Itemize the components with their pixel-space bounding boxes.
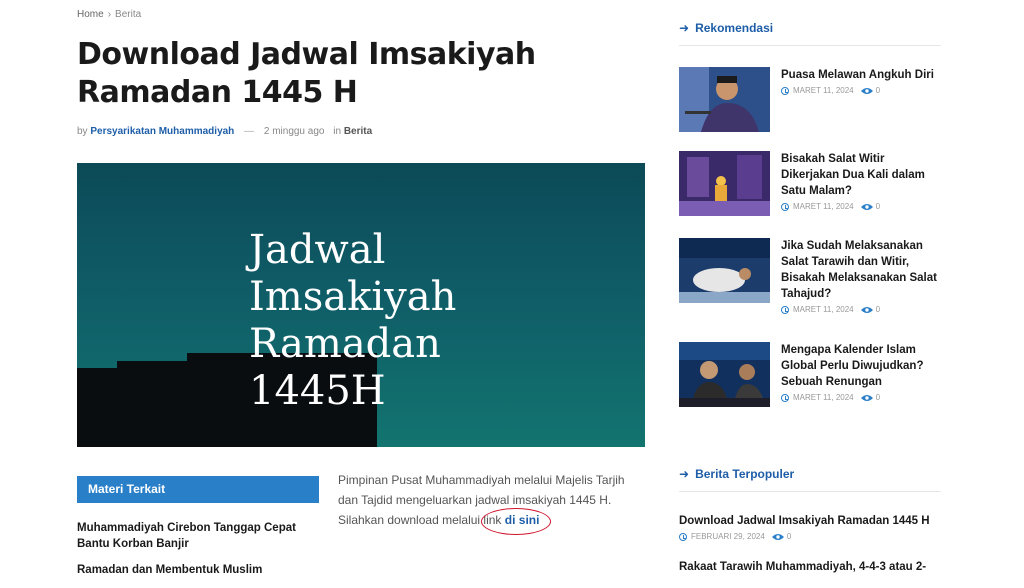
clock-icon: [781, 306, 789, 314]
article-link[interactable]: Puasa Melawan Angkuh Diri: [781, 67, 944, 83]
post-meta: MARET 11, 2024 0: [781, 393, 944, 402]
meta-time: 2 minggu ago: [263, 126, 325, 137]
post-date: MARET 11, 2024: [793, 305, 854, 314]
article-link[interactable]: Rakaat Tarawih Muhammadiyah, 4-4-3 atau …: [679, 559, 941, 575]
clock-icon: [679, 533, 687, 541]
thumbnail[interactable]: [679, 151, 770, 216]
recommend-item-2[interactable]: Bisakah Salat Witir Dikerjakan Dua Kali …: [679, 151, 944, 217]
recommend-body: Bisakah Salat Witir Dikerjakan Dua Kali …: [781, 151, 944, 211]
hero-text-line-3: Ramadan: [249, 321, 441, 367]
breadcrumb-current-link[interactable]: Berita: [115, 9, 141, 20]
hero-image: Jadwal Imsakiyah Ramadan 1445H: [77, 163, 645, 447]
recommend-body: Mengapa Kalender Islam Global Perlu Diwu…: [781, 342, 944, 402]
view-count: 0: [786, 532, 792, 541]
author-link[interactable]: Persyarikatan Muhammadiyah: [90, 126, 234, 137]
hero-text-line-2: Imsakiyah: [249, 274, 457, 320]
hero-text-line-4: 1445H: [249, 368, 386, 414]
thumbnail[interactable]: [679, 67, 770, 132]
eye-icon: [860, 88, 873, 94]
recommend-body: Puasa Melawan Angkuh Diri MARET 11, 2024…: [781, 67, 944, 95]
article-link[interactable]: Download Jadwal Imsakiyah Ramadan 1445 H: [679, 513, 941, 529]
article-link[interactable]: Mengapa Kalender Islam Global Perlu Diwu…: [781, 342, 944, 390]
post-meta: MARET 11, 2024 0: [781, 86, 944, 95]
meta-dash: —: [244, 126, 255, 137]
hero-text: Jadwal Imsakiyah Ramadan 1445H: [249, 227, 456, 415]
category-link[interactable]: Berita: [344, 126, 372, 137]
arrow-right-icon: ➜: [679, 467, 690, 481]
article-link[interactable]: Jika Sudah Melaksanakan Salat Tarawih da…: [781, 238, 944, 302]
view-count: 0: [875, 305, 881, 314]
download-link[interactable]: di sini: [505, 513, 540, 527]
article-body: Pimpinan Pusat Muhammadiyah melalui Maje…: [338, 470, 643, 530]
related-section-header: Materi Terkait: [77, 476, 319, 503]
article-title: Download Jadwal Imsakiyah Ramadan 1445 H: [77, 37, 536, 110]
clock-icon: [781, 394, 789, 402]
hero-text-line-1: Jadwal: [249, 227, 386, 273]
related-item-1[interactable]: Muhammadiyah Cirebon Tanggap Cepat Bantu…: [77, 520, 319, 552]
post-meta: MARET 11, 2024 0: [781, 202, 944, 211]
meta-in: in: [333, 126, 342, 137]
arrow-right-icon: ➜: [679, 21, 690, 35]
post-date: MARET 11, 2024: [793, 86, 854, 95]
eye-icon: [771, 534, 784, 540]
post-date: MARET 11, 2024: [793, 393, 854, 402]
post-meta: MARET 11, 2024 0: [781, 305, 944, 314]
recommend-item-1[interactable]: Puasa Melawan Angkuh Diri MARET 11, 2024…: [679, 67, 944, 133]
eye-icon: [860, 204, 873, 210]
recommend-body: Jika Sudah Melaksanakan Salat Tarawih da…: [781, 238, 944, 314]
popular-title: Berita Terpopuler: [695, 467, 795, 481]
view-count: 0: [875, 86, 881, 95]
popular-item-2[interactable]: Rakaat Tarawih Muhammadiyah, 4-4-3 atau …: [679, 559, 941, 575]
popular-item-1[interactable]: Download Jadwal Imsakiyah Ramadan 1445 H…: [679, 513, 941, 541]
chevron-right-icon: ›: [107, 9, 112, 20]
recommend-title: Rekomendasi: [695, 21, 774, 35]
article-meta: by Persyarikatan Muhammadiyah — 2 minggu…: [77, 126, 372, 137]
article-link[interactable]: Bisakah Salat Witir Dikerjakan Dua Kali …: [781, 151, 944, 199]
recommend-section-header: ➜ Rekomendasi: [679, 19, 941, 46]
crescent-moon-icon: [225, 175, 253, 204]
eye-icon: [860, 307, 873, 313]
post-date: MARET 11, 2024: [793, 202, 854, 211]
view-count: 0: [875, 202, 881, 211]
breadcrumb: Home › Berita: [77, 9, 141, 20]
clock-icon: [781, 203, 789, 211]
post-meta: FEBRUARI 29, 2024 0: [679, 532, 941, 541]
clock-icon: [781, 87, 789, 95]
related-list: Muhammadiyah Cirebon Tanggap Cepat Bantu…: [77, 520, 319, 588]
recommend-item-4[interactable]: Mengapa Kalender Islam Global Perlu Diwu…: [679, 342, 944, 408]
popular-section-header: ➜ Berita Terpopuler: [679, 465, 941, 492]
thumbnail[interactable]: [679, 238, 770, 303]
meta-by: by: [77, 126, 88, 137]
thumbnail[interactable]: [679, 342, 770, 407]
view-count: 0: [875, 393, 881, 402]
recommend-item-3[interactable]: Jika Sudah Melaksanakan Salat Tarawih da…: [679, 238, 944, 314]
breadcrumb-home-link[interactable]: Home: [77, 9, 104, 20]
post-date: FEBRUARI 29, 2024: [691, 532, 765, 541]
eye-icon: [860, 395, 873, 401]
